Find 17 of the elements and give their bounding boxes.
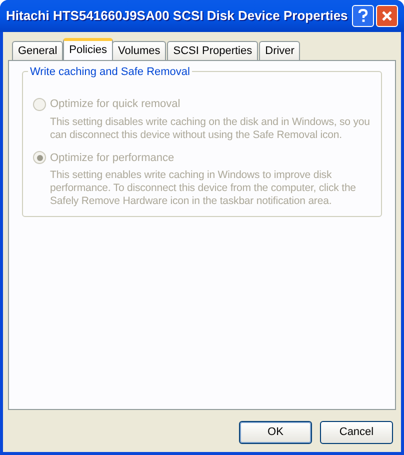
help-button[interactable] [352, 5, 374, 27]
close-icon [381, 10, 393, 22]
option-description: This setting enables write caching in Windows to improve disk performance. To disconnect this device from the computer, click the Safely Remove Hardware icon in the taskbar notification area. [50, 169, 357, 208]
cancel-button[interactable]: Cancel [320, 421, 393, 444]
tab[interactable]: Policies [63, 38, 114, 60]
help-icon [358, 9, 368, 23]
tab[interactable]: SCSI Properties [167, 41, 258, 60]
tab[interactable]: Volumes [112, 41, 166, 60]
window-title: Hitachi HTS541660J9SA00 SCSI Disk Device Properties [6, 7, 349, 26]
group-title: Write caching and Safe Removal [28, 64, 192, 80]
option-description: This setting disables write caching on the disk and in Windows, so you can disconnect this device without using the Safe Removal icon. [50, 116, 371, 142]
option-label: Optimize for quick removal [50, 97, 180, 112]
close-button[interactable] [376, 5, 398, 27]
tab[interactable]: General [12, 41, 64, 60]
tab[interactable]: Driver [259, 41, 300, 60]
ok-button[interactable]: OK [239, 421, 312, 444]
option-label: Optimize for performance [50, 150, 174, 166]
